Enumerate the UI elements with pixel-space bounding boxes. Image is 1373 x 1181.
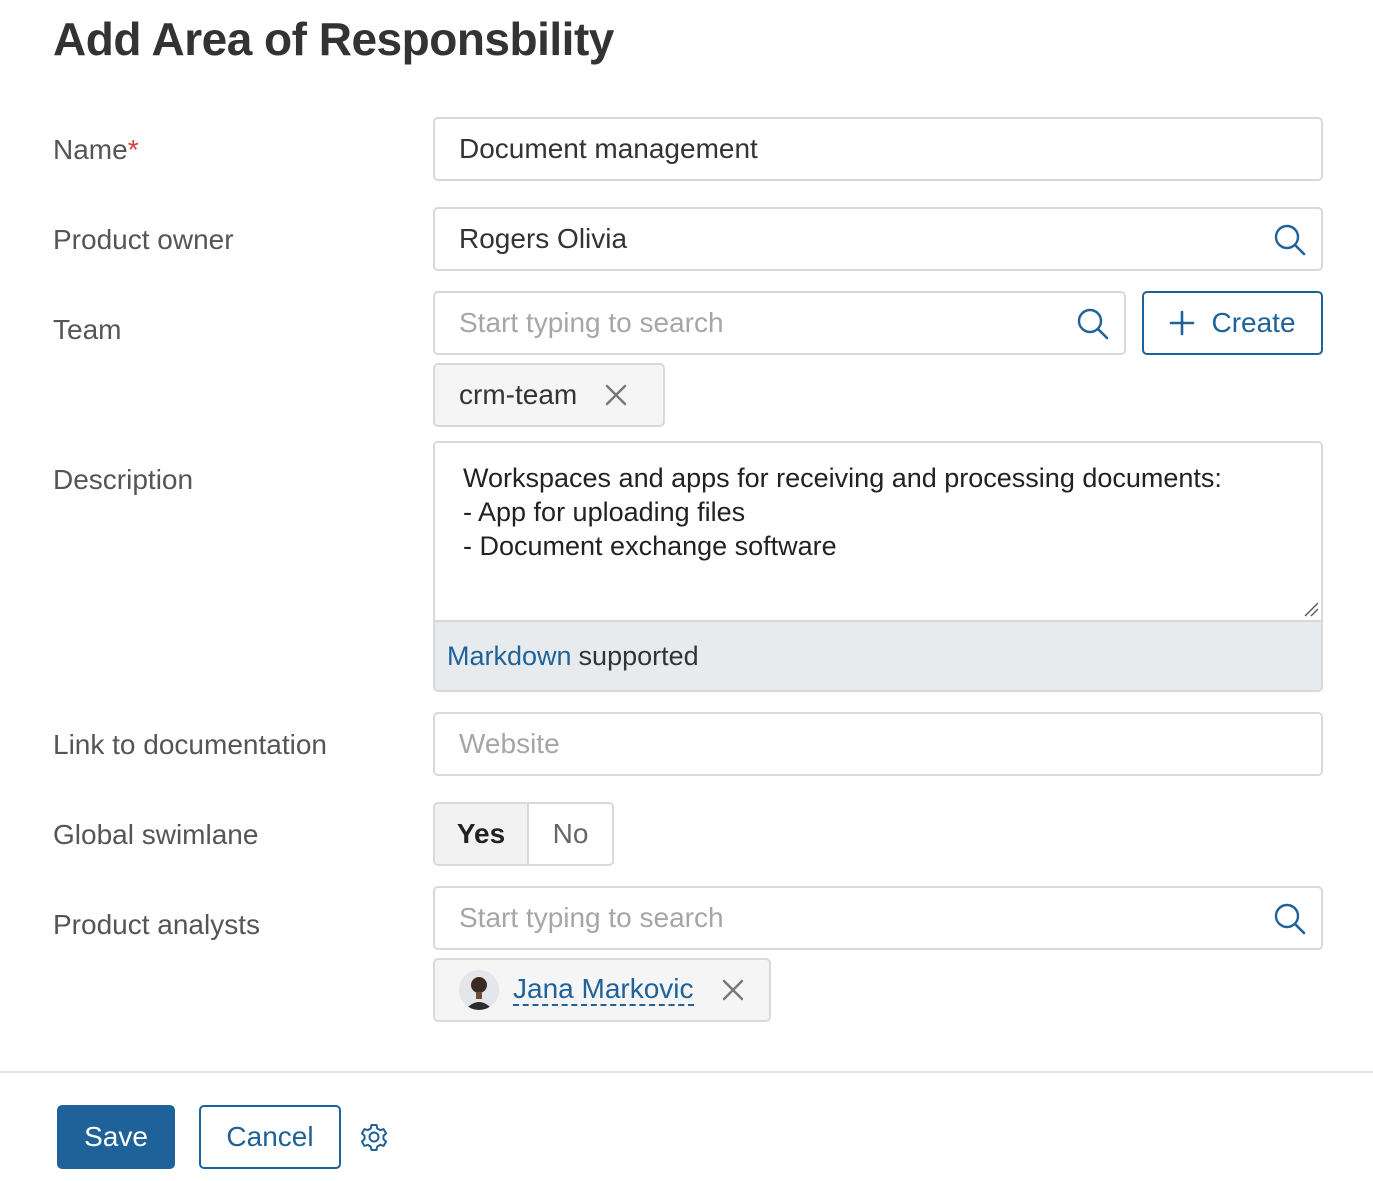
team-tag: crm-team [433,363,665,427]
product-analysts-label: Product analysts [53,909,260,940]
name-label: Name* [53,134,139,165]
markdown-suffix: supported [578,640,699,671]
required-mark: * [127,134,139,165]
team-search-input[interactable]: Start typing to search [433,291,1126,355]
gear-icon[interactable] [357,1120,391,1154]
description-editor: Workspaces and apps for receiving and pr… [433,441,1323,692]
documentation-input[interactable]: Website [433,712,1323,776]
cancel-button[interactable]: Cancel [199,1105,341,1169]
create-team-button[interactable]: Create [1142,291,1323,355]
close-icon[interactable] [722,979,744,1001]
markdown-link[interactable]: Markdown [447,641,572,672]
footer-divider [0,1071,1373,1073]
product-owner-input[interactable]: Rogers Olivia [433,207,1323,271]
search-icon[interactable] [1273,223,1307,257]
documentation-placeholder: Website [459,728,560,759]
save-button[interactable]: Save [57,1105,175,1169]
name-input[interactable]: Document management [433,117,1323,181]
global-swimlane-toggle: Yes No [433,802,614,866]
team-tag-label: crm-team [459,379,578,410]
plus-icon [1170,310,1195,336]
description-label: Description [53,464,194,495]
toggle-yes[interactable]: Yes [435,804,529,864]
analyst-name-link[interactable]: Jana Markovic [513,974,694,1006]
toggle-no[interactable]: No [529,804,612,864]
markdown-hint: Markdown supported [435,620,1321,690]
name-input-value: Document management [459,133,758,164]
analysts-search-placeholder: Start typing to search [459,902,724,933]
resize-handle-icon[interactable] [1303,601,1319,617]
analyst-tag: Jana Markovic [433,958,771,1022]
team-label: Team [53,314,122,345]
analysts-search-input[interactable]: Start typing to search [433,886,1323,950]
global-swimlane-label: Global swimlane [53,819,259,850]
create-label: Create [1211,307,1296,338]
search-icon[interactable] [1076,307,1110,341]
team-search-placeholder: Start typing to search [459,307,724,338]
close-icon[interactable] [605,384,627,406]
avatar [459,970,499,1010]
avatar-image [459,970,499,1010]
documentation-label: Link to documentation [53,729,327,760]
page-title: Add Area of Responsbility [53,13,614,65]
product-owner-label: Product owner [53,224,234,255]
product-owner-value: Rogers Olivia [459,223,628,254]
description-textarea[interactable]: Workspaces and apps for receiving and pr… [435,443,1321,620]
search-icon[interactable] [1273,902,1307,936]
